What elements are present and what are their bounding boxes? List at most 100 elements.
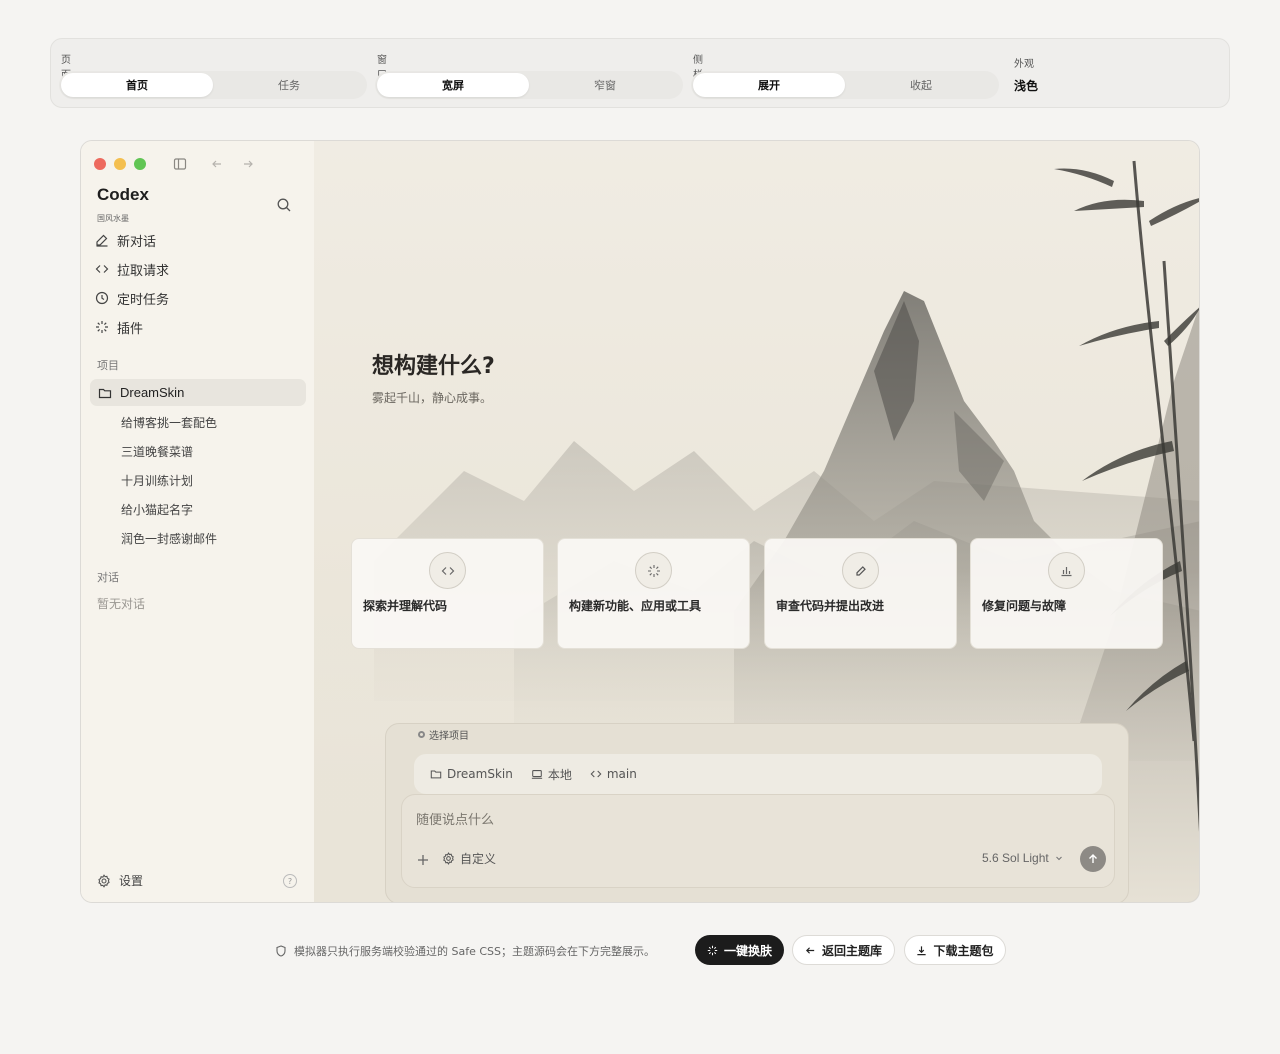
project-name: DreamSkin [120,385,185,400]
conversations-empty-text: 暂无对话 [97,597,146,611]
window-option-wide[interactable]: 宽屏 [377,73,529,97]
help-icon[interactable]: ? [283,874,297,888]
sidebar-toggle-icon[interactable] [171,155,189,173]
footer-note: 模拟器只执行服务端校验通过的 Safe CSS；主题源码会在下方完整展示。 [276,943,655,959]
sidebar-option-expand[interactable]: 展开 [693,73,845,97]
thread-item[interactable]: 十月训练计划 [121,472,193,489]
main-panel: 想构建什么? 雾起千山，静心成事。 探索并理解代码 构建新功能、应用或工具 审查… [314,141,1199,902]
page-option-home[interactable]: 首页 [61,73,213,97]
conversations-section-label: 对话 [97,571,119,584]
close-window-button[interactable] [94,158,106,170]
theme-name: 国风水墨 [97,214,129,223]
model-select[interactable]: 5.6 Sol Light [982,851,1063,865]
clock-icon [95,291,109,305]
download-theme-button[interactable]: 下载主题包 [904,935,1006,965]
apply-theme-button[interactable]: 一键换肤 [695,935,784,965]
page-option-tasks[interactable]: 任务 [213,73,365,97]
project-dreamskin[interactable]: DreamSkin [90,379,306,406]
back-to-library-button[interactable]: 返回主题库 [792,935,895,965]
composer: 选择项目 DreamSkin 本地 main 随便说点什么 自定义 5.6 So… [385,723,1129,902]
footer-note-text: 模拟器只执行服务端校验通过的 Safe CSS；主题源码会在下方完整展示。 [294,945,655,958]
suggestion-card-review[interactable]: 审查代码并提出改进 [764,538,957,649]
suggestion-card-label: 修复问题与故障 [982,599,1067,613]
nav-scheduled-tasks[interactable]: 定时任务 [95,286,169,310]
window-option-narrow[interactable]: 窄窗 [529,73,681,97]
prompt-placeholder: 随便说点什么 [416,813,495,828]
edit-icon [96,234,108,247]
shield-icon [276,945,286,957]
suggestion-card-build[interactable]: 构建新功能、应用或工具 [557,538,750,649]
window-segmented: 宽屏 窄窗 [375,71,683,99]
search-icon[interactable] [276,197,294,215]
appearance-label: 外观 [1014,59,1034,70]
radio-dot-icon [418,731,425,738]
pen-icon [842,552,879,589]
nav-new-chat-label: 新对话 [117,234,157,250]
folder-icon [430,770,442,779]
download-theme-label: 下载主题包 [933,943,994,958]
gear-icon [443,852,454,865]
sparkle-icon [96,321,108,333]
context-project[interactable]: DreamSkin [430,767,513,781]
projects-section-label: 项目 [97,359,119,372]
thread-item[interactable]: 三道晚餐菜谱 [121,443,193,460]
suggestion-card-explore[interactable]: 探索并理解代码 [351,538,544,649]
context-project-label: DreamSkin [447,767,513,781]
select-project-label: 选择项目 [429,731,469,742]
sparkle-icon [635,552,672,589]
context-bar: DreamSkin 本地 main [414,754,1102,794]
sparkle-icon [707,945,718,955]
settings-button[interactable]: 设置 [97,872,143,889]
context-branch[interactable]: main [590,767,637,781]
context-branch-label: main [606,767,637,781]
apply-theme-label: 一键换肤 [723,943,772,958]
chevron-down-icon [1055,856,1062,861]
back-arrow-icon[interactable] [208,155,226,173]
code-icon [429,552,466,589]
nav-plugins-label: 插件 [117,321,144,337]
chart-icon [1048,552,1085,589]
sidebar-segmented: 展开 收起 [691,71,999,99]
code-icon [590,770,602,778]
preview-controls: 页面 首页 任务 窗口 宽屏 窄窗 侧栏 展开 收起 外观 浅色 [50,38,1230,108]
page-segmented: 首页 任务 [59,71,367,99]
page-subtitle: 雾起千山，静心成事。 [372,391,493,405]
forward-arrow-icon[interactable] [239,155,257,173]
select-project-button[interactable]: 选择项目 [418,727,469,742]
model-name: 5.6 Sol Light [982,851,1049,865]
sidebar: Codex 国风水墨 新对话 拉取请求 定时任务 插件 项目 DreamSkin… [81,141,314,902]
send-button[interactable] [1080,846,1106,872]
nav-pull-requests-label: 拉取请求 [117,263,170,279]
gear-icon [98,873,110,888]
nav-new-chat[interactable]: 新对话 [95,228,156,252]
plus-icon[interactable] [416,852,430,866]
suggestion-card-label: 构建新功能、应用或工具 [569,599,702,613]
appearance-value[interactable]: 浅色 [1014,77,1038,94]
thread-item[interactable]: 润色一封感谢邮件 [121,530,217,547]
minimize-window-button[interactable] [114,158,126,170]
folder-icon [98,388,112,398]
code-icon [95,265,109,273]
suggestion-card-label: 审查代码并提出改进 [776,599,885,613]
suggestion-card-label: 探索并理解代码 [363,599,448,613]
customize-button[interactable]: 自定义 [442,850,496,867]
settings-label: 设置 [119,874,144,888]
thread-item[interactable]: 给小猫起名字 [121,501,193,518]
maximize-window-button[interactable] [134,158,146,170]
nav-scheduled-tasks-label: 定时任务 [117,292,170,308]
suggestion-card-fix[interactable]: 修复问题与故障 [970,538,1163,649]
arrow-left-icon [805,946,815,954]
sidebar-option-collapse[interactable]: 收起 [845,73,997,97]
page-title: 想构建什么? [372,354,495,379]
context-location[interactable]: 本地 [531,766,572,783]
back-to-library-label: 返回主题库 [821,943,882,958]
nav-pull-requests[interactable]: 拉取请求 [95,257,169,281]
thread-item[interactable]: 给博客挑一套配色 [121,414,217,431]
prompt-input[interactable]: 随便说点什么 自定义 5.6 Sol Light [401,794,1115,888]
context-location-label: 本地 [547,767,572,782]
customize-label: 自定义 [460,852,497,866]
download-icon [917,945,927,955]
nav-plugins[interactable]: 插件 [95,315,143,339]
app-window: Codex 国风水墨 新对话 拉取请求 定时任务 插件 项目 DreamSkin… [80,140,1200,903]
app-name: Codex [97,185,149,204]
